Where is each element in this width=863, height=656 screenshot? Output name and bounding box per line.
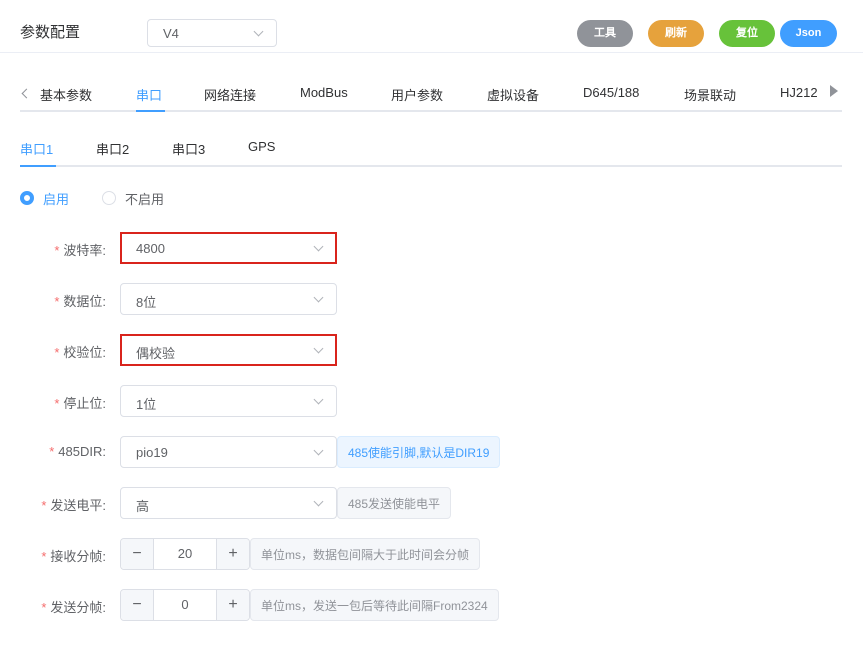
tab-user-params[interactable]: 用户参数	[391, 85, 443, 104]
chevron-down-icon	[313, 496, 324, 507]
form-row-level: * 发送电平: 高 485发送使能电平	[0, 487, 863, 519]
tab-basic-params[interactable]: 基本参数	[40, 85, 92, 104]
tab-network[interactable]: 网络连接	[204, 85, 256, 104]
required-mark: *	[41, 498, 47, 513]
subtab-gps[interactable]: GPS	[248, 139, 275, 154]
form-row-485dir: * 485DIR: pio19 485使能引脚,默认是DIR19	[0, 436, 863, 468]
form-row-stopbits: * 停止位: 1位	[0, 385, 863, 417]
radio-enable-label: 启用	[43, 192, 70, 207]
form-row-databits: * 数据位: 8位	[0, 283, 863, 315]
recv-frame-input[interactable]: 20	[154, 539, 216, 569]
chevron-down-icon	[313, 292, 324, 303]
serial-subtabs: 串口1 串口2 串口3 GPS	[20, 127, 842, 167]
active-tab-indicator	[136, 110, 165, 112]
radio-checked-icon	[20, 191, 34, 205]
version-select[interactable]: V4	[147, 19, 277, 47]
json-button[interactable]: Json	[780, 20, 837, 47]
page-title: 参数配置	[20, 24, 81, 41]
chevron-down-icon	[313, 241, 324, 252]
required-mark: *	[54, 294, 60, 309]
radio-unchecked-icon	[102, 191, 116, 205]
tab-d645-188[interactable]: D645/188	[583, 85, 639, 100]
dir485-value: pio19	[136, 445, 168, 460]
tab-serial[interactable]: 串口	[136, 85, 162, 104]
recv-frame-label: * 接收分帧:	[41, 549, 106, 564]
radio-disable-label: 不启用	[125, 192, 165, 207]
level-value: 高	[136, 499, 150, 514]
recv-frame-stepper: − 20 +	[120, 538, 250, 570]
databits-value: 8位	[136, 295, 157, 310]
databits-label: * 数据位:	[54, 294, 106, 309]
tab-scene-linkage[interactable]: 场景联动	[684, 85, 736, 104]
form-row-send-frame: * 发送分帧: − 0 + 单位ms，发送一包后等待此间隔From2324	[0, 589, 863, 621]
tool-button[interactable]: 工具	[577, 20, 633, 47]
stopbits-label: * 停止位:	[54, 396, 106, 411]
send-frame-input[interactable]: 0	[154, 590, 216, 620]
send-frame-stepper: − 0 +	[120, 589, 250, 621]
chevron-down-icon	[313, 343, 324, 354]
databits-select[interactable]: 8位	[120, 283, 337, 315]
chevron-down-icon	[313, 394, 324, 405]
caret-right-icon[interactable]	[830, 85, 838, 97]
active-subtab-indicator	[20, 165, 56, 167]
subtab-serial-3[interactable]: 串口3	[172, 139, 205, 158]
chevron-down-icon	[313, 445, 324, 456]
required-mark: *	[54, 243, 60, 258]
page-header: 参数配置 V4 工具 刷新 复位 Json	[0, 0, 863, 53]
chevron-left-icon[interactable]	[21, 88, 32, 99]
subtab-serial-2[interactable]: 串口2	[96, 139, 129, 158]
parity-value: 偶校验	[136, 346, 176, 361]
recv-frame-hint: 单位ms，数据包间隔大于此时间会分帧	[250, 538, 480, 570]
reset-button[interactable]: 复位	[719, 20, 775, 47]
baud-value: 4800	[136, 241, 165, 256]
required-mark: *	[41, 600, 47, 615]
level-label: * 发送电平:	[41, 498, 106, 513]
tab-modbus[interactable]: ModBus	[300, 85, 348, 100]
refresh-button[interactable]: 刷新	[648, 20, 704, 47]
level-hint: 485发送使能电平	[337, 487, 452, 519]
form-row-parity: * 校验位: 偶校验	[0, 334, 863, 366]
parity-select[interactable]: 偶校验	[120, 334, 337, 366]
stopbits-select[interactable]: 1位	[120, 385, 337, 417]
dir485-hint: 485使能引脚,默认是DIR19	[337, 436, 501, 468]
subtab-serial-1[interactable]: 串口1	[20, 139, 53, 158]
tab-virtual-device[interactable]: 虚拟设备	[487, 85, 539, 104]
main-tabs: 基本参数 串口 网络连接 ModBus 用户参数 虚拟设备 D645/188 场…	[20, 74, 842, 112]
baud-select[interactable]: 4800	[120, 232, 337, 264]
required-mark: *	[41, 549, 47, 564]
send-frame-decrement-button[interactable]: −	[121, 590, 154, 620]
tab-hj212[interactable]: HJ212	[780, 85, 818, 100]
stopbits-value: 1位	[136, 397, 157, 412]
recv-frame-decrement-button[interactable]: −	[121, 539, 154, 569]
level-select[interactable]: 高	[120, 487, 337, 519]
send-frame-hint: 单位ms，发送一包后等待此间隔From2324	[250, 589, 499, 621]
form-row-baud: * 波特率: 4800	[0, 232, 863, 264]
send-frame-label: * 发送分帧:	[41, 600, 106, 615]
send-frame-increment-button[interactable]: +	[216, 590, 249, 620]
baud-label: * 波特率:	[54, 243, 106, 258]
chevron-down-icon	[253, 26, 264, 37]
parity-label: * 校验位:	[54, 345, 106, 360]
required-mark: *	[54, 396, 60, 411]
required-mark: *	[49, 444, 55, 459]
version-value: V4	[163, 26, 179, 41]
required-mark: *	[54, 345, 60, 360]
dir485-label: * 485DIR:	[49, 444, 106, 459]
dir485-select[interactable]: pio19	[120, 436, 337, 468]
recv-frame-increment-button[interactable]: +	[216, 539, 249, 569]
form-row-recv-frame: * 接收分帧: − 20 + 单位ms，数据包间隔大于此时间会分帧	[0, 538, 863, 570]
